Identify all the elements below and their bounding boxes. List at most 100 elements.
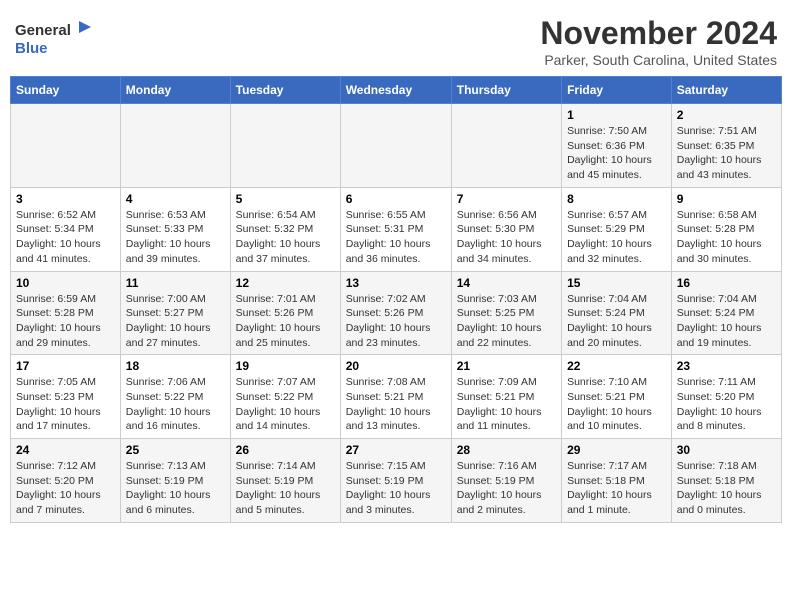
calendar-cell: 20Sunrise: 7:08 AM Sunset: 5:21 PM Dayli… xyxy=(340,355,451,439)
col-header-tuesday: Tuesday xyxy=(230,77,340,104)
week-row-1: 1Sunrise: 7:50 AM Sunset: 6:36 PM Daylig… xyxy=(11,104,782,188)
day-info: Sunrise: 6:55 AM Sunset: 5:31 PM Dayligh… xyxy=(346,208,446,267)
week-row-5: 24 Sunrise: 7:12 AM Sunset: 5:20 PM Dayli… xyxy=(11,439,782,523)
day-number: 23 xyxy=(677,359,776,373)
day-info: Sunrise: 7:11 AM Sunset: 5:20 PM Dayligh… xyxy=(677,375,776,434)
calendar-cell xyxy=(340,104,451,188)
day-info: Sunrise: 7:12 AM Sunset: 5:20 PM Dayligh… xyxy=(16,459,115,518)
day-info: Sunrise: 7:10 AM Sunset: 5:21 PM Dayligh… xyxy=(567,375,666,434)
calendar-cell: 18 Sunrise: 7:06 AM Sunset: 5:22 PM Dayli… xyxy=(120,355,230,439)
col-header-sunday: Sunday xyxy=(11,77,121,104)
calendar-cell: 13 Sunrise: 7:02 AM Sunset: 5:26 PM Dayli… xyxy=(340,271,451,355)
day-number: 9 xyxy=(677,192,776,206)
day-info: Sunrise: 6:57 AM Sunset: 5:29 PM Dayligh… xyxy=(567,208,666,267)
calendar-cell: 22 Sunrise: 7:10 AM Sunset: 5:21 PM Dayli… xyxy=(562,355,672,439)
week-row-4: 17 Sunrise: 7:05 AM Sunset: 5:23 PM Dayli… xyxy=(11,355,782,439)
day-number: 18 xyxy=(126,359,225,373)
day-info: Sunrise: 6:54 AM Sunset: 5:32 PM Dayligh… xyxy=(236,208,335,267)
day-info: Sunrise: 7:04 AM Sunset: 5:24 PM Dayligh… xyxy=(677,292,776,351)
day-number: 21 xyxy=(457,359,556,373)
calendar-cell: 1Sunrise: 7:50 AM Sunset: 6:36 PM Daylig… xyxy=(562,104,672,188)
calendar-cell: 16 Sunrise: 7:04 AM Sunset: 5:24 PM Dayli… xyxy=(671,271,781,355)
day-info: Sunrise: 7:09 AM Sunset: 5:21 PM Dayligh… xyxy=(457,375,556,434)
col-header-thursday: Thursday xyxy=(451,77,561,104)
day-info: Sunrise: 7:14 AM Sunset: 5:19 PM Dayligh… xyxy=(236,459,335,518)
calendar-cell: 14Sunrise: 7:03 AM Sunset: 5:25 PM Dayli… xyxy=(451,271,561,355)
day-number: 24 xyxy=(16,443,115,457)
day-number: 25 xyxy=(126,443,225,457)
calendar-cell: 30 Sunrise: 7:18 AM Sunset: 5:18 PM Dayli… xyxy=(671,439,781,523)
day-number: 14 xyxy=(457,276,556,290)
day-number: 30 xyxy=(677,443,776,457)
calendar-cell: 5 Sunrise: 6:54 AM Sunset: 5:32 PM Daylig… xyxy=(230,187,340,271)
title-area: November 2024 Parker, South Carolina, Un… xyxy=(540,15,777,68)
day-info: Sunrise: 7:04 AM Sunset: 5:24 PM Dayligh… xyxy=(567,292,666,351)
day-number: 19 xyxy=(236,359,335,373)
day-number: 10 xyxy=(16,276,115,290)
day-number: 13 xyxy=(346,276,446,290)
col-header-wednesday: Wednesday xyxy=(340,77,451,104)
month-title: November 2024 xyxy=(540,15,777,52)
week-row-3: 10 Sunrise: 6:59 AM Sunset: 5:28 PM Dayli… xyxy=(11,271,782,355)
calendar-cell: 19 Sunrise: 7:07 AM Sunset: 5:22 PM Dayli… xyxy=(230,355,340,439)
day-info: Sunrise: 7:18 AM Sunset: 5:18 PM Dayligh… xyxy=(677,459,776,518)
calendar-cell xyxy=(120,104,230,188)
day-info: Sunrise: 6:59 AM Sunset: 5:28 PM Dayligh… xyxy=(16,292,115,351)
day-info: Sunrise: 7:00 AM Sunset: 5:27 PM Dayligh… xyxy=(126,292,225,351)
day-number: 16 xyxy=(677,276,776,290)
calendar-cell: 11 Sunrise: 7:00 AM Sunset: 5:27 PM Dayli… xyxy=(120,271,230,355)
day-info: Sunrise: 7:07 AM Sunset: 5:22 PM Dayligh… xyxy=(236,375,335,434)
col-header-monday: Monday xyxy=(120,77,230,104)
day-info: Sunrise: 7:51 AM Sunset: 6:35 PM Dayligh… xyxy=(677,124,776,183)
day-number: 22 xyxy=(567,359,666,373)
day-number: 5 xyxy=(236,192,335,206)
calendar-cell: 26Sunrise: 7:14 AM Sunset: 5:19 PM Dayli… xyxy=(230,439,340,523)
day-info: Sunrise: 6:56 AM Sunset: 5:30 PM Dayligh… xyxy=(457,208,556,267)
calendar-cell: 24 Sunrise: 7:12 AM Sunset: 5:20 PM Dayli… xyxy=(11,439,121,523)
day-info: Sunrise: 7:01 AM Sunset: 5:26 PM Dayligh… xyxy=(236,292,335,351)
day-info: Sunrise: 6:58 AM Sunset: 5:28 PM Dayligh… xyxy=(677,208,776,267)
day-number: 20 xyxy=(346,359,446,373)
col-header-friday: Friday xyxy=(562,77,672,104)
day-info: Sunrise: 6:52 AM Sunset: 5:34 PM Dayligh… xyxy=(16,208,115,267)
day-number: 27 xyxy=(346,443,446,457)
col-header-saturday: Saturday xyxy=(671,77,781,104)
day-info: Sunrise: 7:06 AM Sunset: 5:22 PM Dayligh… xyxy=(126,375,225,434)
calendar-cell: 2 Sunrise: 7:51 AM Sunset: 6:35 PM Daylig… xyxy=(671,104,781,188)
day-info: Sunrise: 7:02 AM Sunset: 5:26 PM Dayligh… xyxy=(346,292,446,351)
day-number: 2 xyxy=(677,108,776,122)
calendar-cell: 25 Sunrise: 7:13 AM Sunset: 5:19 PM Dayli… xyxy=(120,439,230,523)
calendar-cell: 3 Sunrise: 6:52 AM Sunset: 5:34 PM Daylig… xyxy=(11,187,121,271)
day-number: 8 xyxy=(567,192,666,206)
day-info: Sunrise: 7:05 AM Sunset: 5:23 PM Dayligh… xyxy=(16,375,115,434)
svg-text:General: General xyxy=(15,22,71,39)
calendar-cell: 21 Sunrise: 7:09 AM Sunset: 5:21 PM Dayli… xyxy=(451,355,561,439)
day-info: Sunrise: 7:13 AM Sunset: 5:19 PM Dayligh… xyxy=(126,459,225,518)
calendar-cell: 9 Sunrise: 6:58 AM Sunset: 5:28 PM Daylig… xyxy=(671,187,781,271)
day-info: Sunrise: 7:17 AM Sunset: 5:18 PM Dayligh… xyxy=(567,459,666,518)
svg-text:Blue: Blue xyxy=(15,40,48,57)
calendar-cell: 6Sunrise: 6:55 AM Sunset: 5:31 PM Daylig… xyxy=(340,187,451,271)
logo: General Blue xyxy=(15,15,95,63)
calendar-cell: 4Sunrise: 6:53 AM Sunset: 5:33 PM Daylig… xyxy=(120,187,230,271)
day-number: 11 xyxy=(126,276,225,290)
header: General Blue November 2024 Parker, South… xyxy=(10,10,782,68)
day-number: 7 xyxy=(457,192,556,206)
day-number: 12 xyxy=(236,276,335,290)
day-info: Sunrise: 7:50 AM Sunset: 6:36 PM Dayligh… xyxy=(567,124,666,183)
day-number: 3 xyxy=(16,192,115,206)
day-number: 15 xyxy=(567,276,666,290)
calendar-cell xyxy=(451,104,561,188)
day-number: 17 xyxy=(16,359,115,373)
location-subtitle: Parker, South Carolina, United States xyxy=(540,52,777,68)
calendar-cell: 29 Sunrise: 7:17 AM Sunset: 5:18 PM Dayli… xyxy=(562,439,672,523)
day-info: Sunrise: 6:53 AM Sunset: 5:33 PM Dayligh… xyxy=(126,208,225,267)
day-number: 29 xyxy=(567,443,666,457)
day-info: Sunrise: 7:16 AM Sunset: 5:19 PM Dayligh… xyxy=(457,459,556,518)
calendar-cell: 7 Sunrise: 6:56 AM Sunset: 5:30 PM Daylig… xyxy=(451,187,561,271)
calendar-cell xyxy=(230,104,340,188)
calendar-cell xyxy=(11,104,121,188)
calendar-table: SundayMondayTuesdayWednesdayThursdayFrid… xyxy=(10,76,782,523)
calendar-cell: 17 Sunrise: 7:05 AM Sunset: 5:23 PM Dayli… xyxy=(11,355,121,439)
week-row-2: 3 Sunrise: 6:52 AM Sunset: 5:34 PM Daylig… xyxy=(11,187,782,271)
